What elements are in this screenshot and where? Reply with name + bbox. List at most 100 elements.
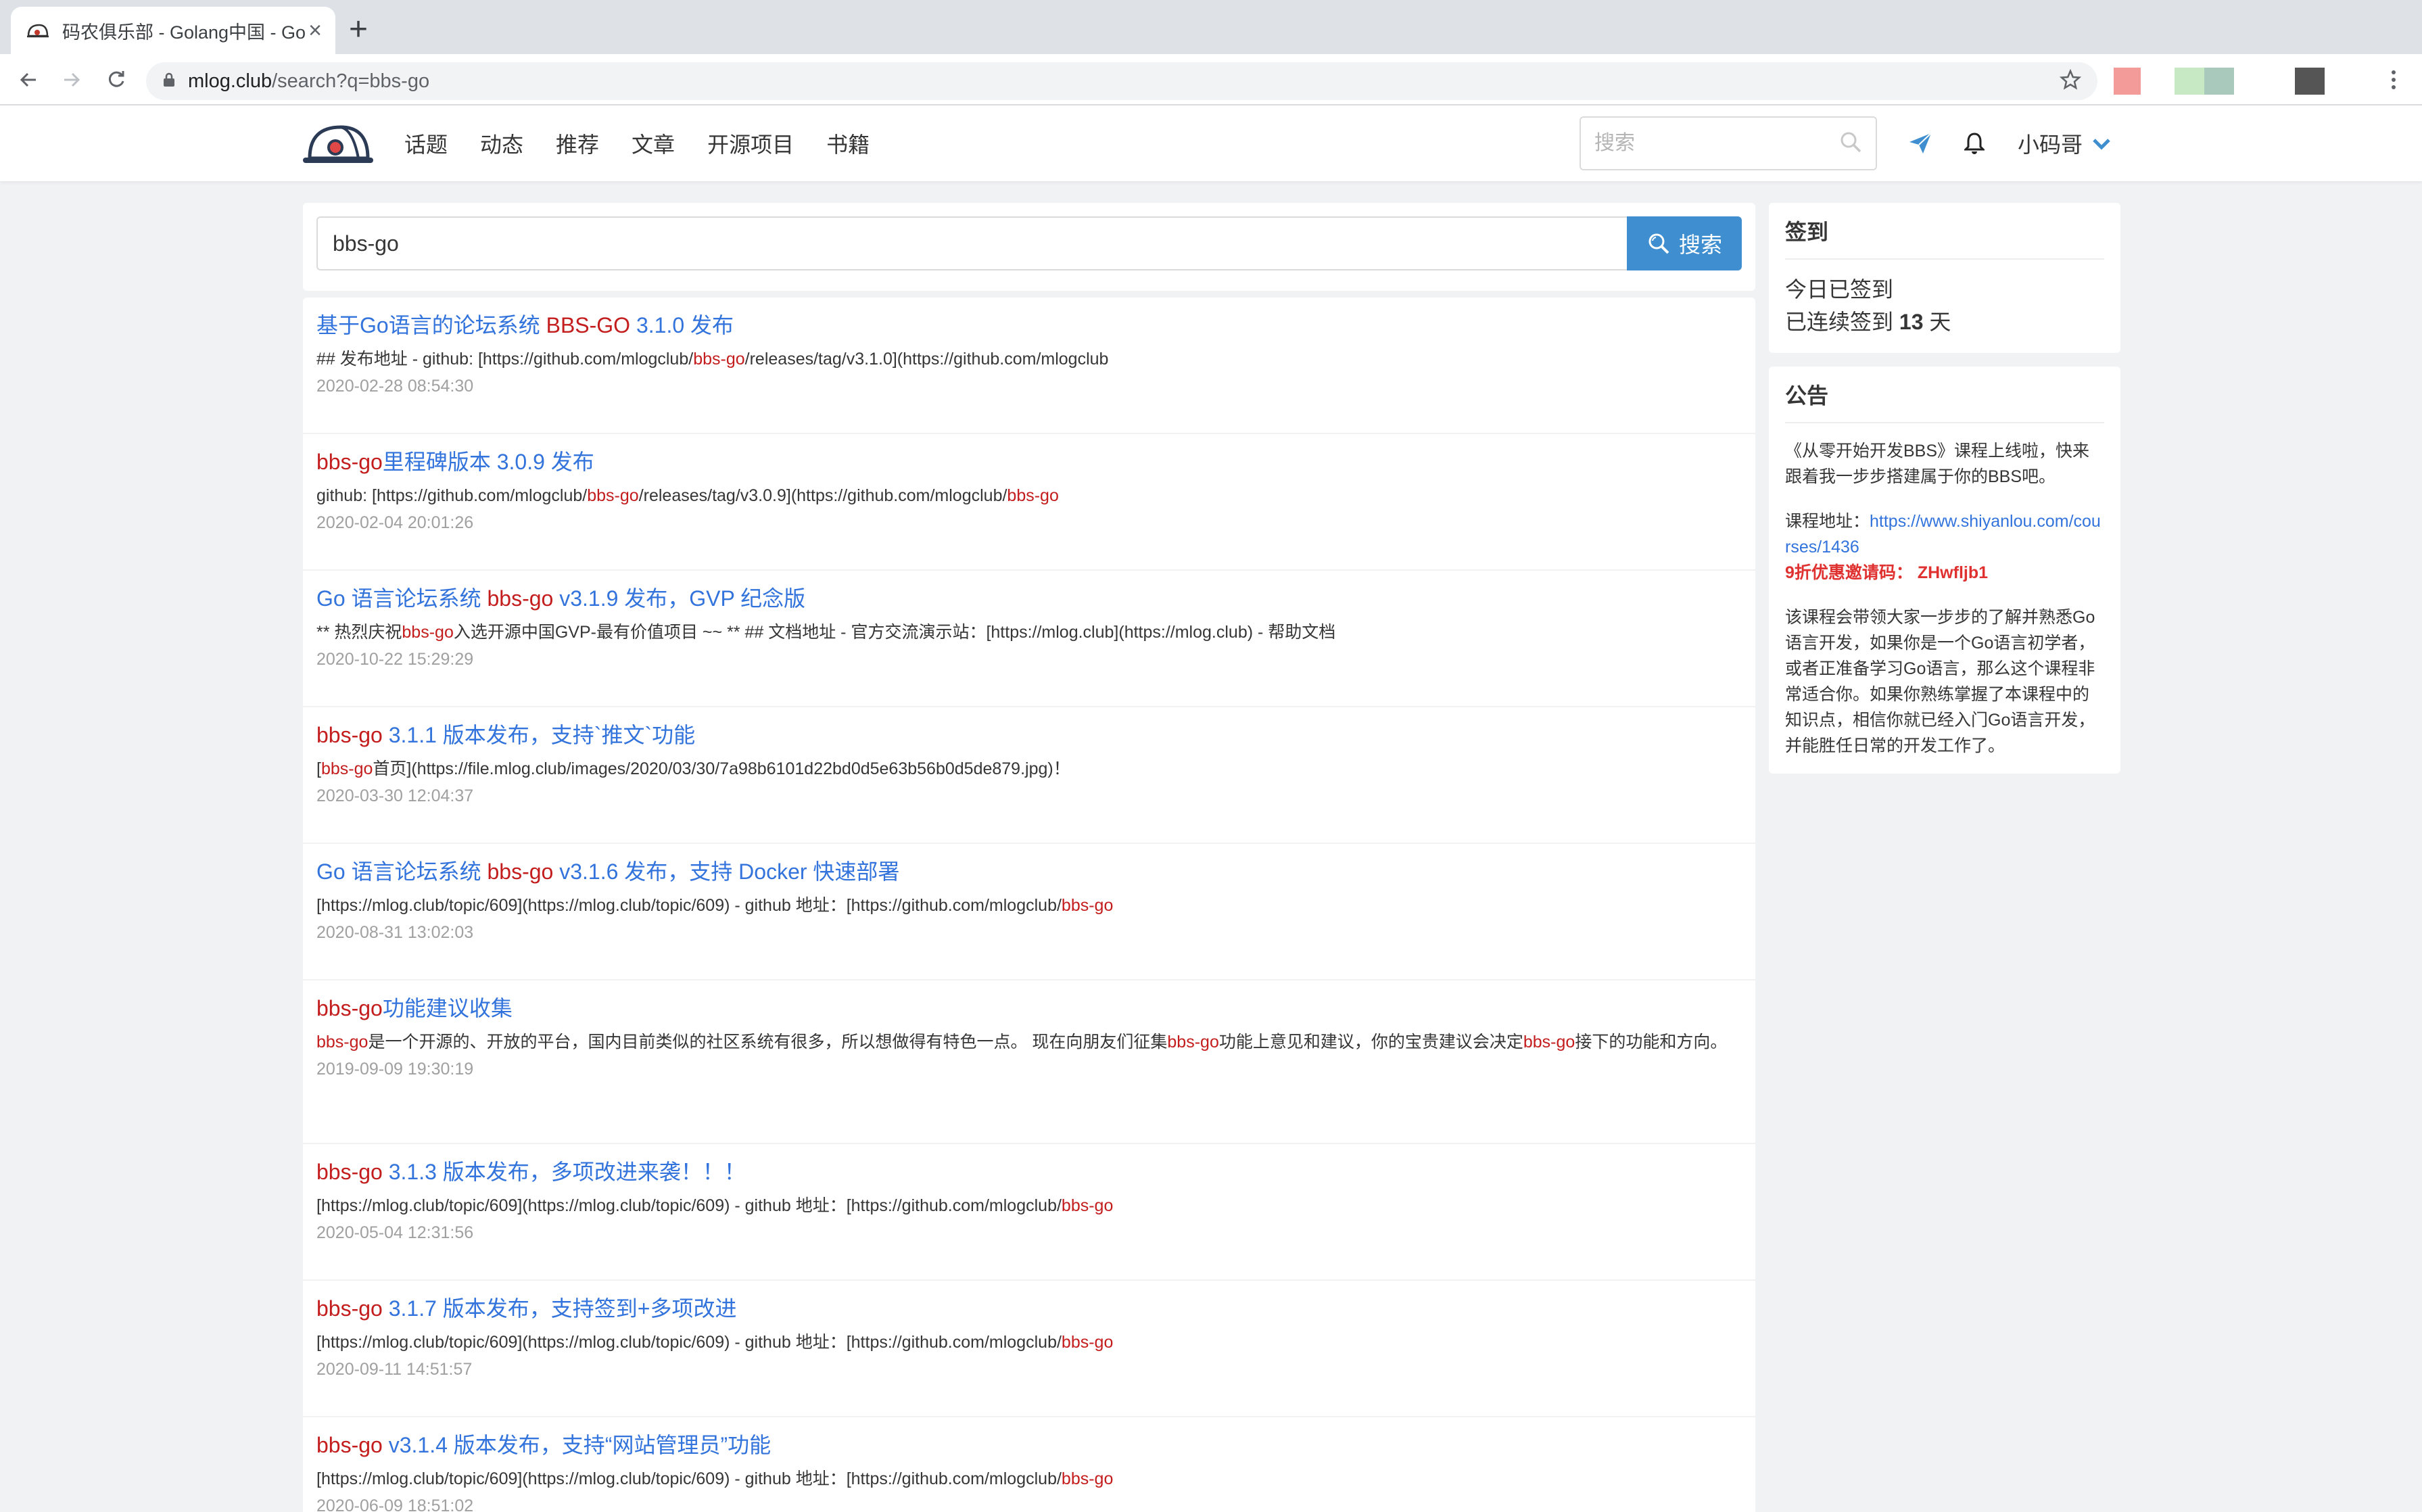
text-segment: 功能上意见和建议，你的宝贵建议会决定 [1218,1033,1523,1052]
bookmark-star-icon[interactable] [2059,68,2082,94]
coupon-code: ZHwfljb1 [1917,563,1989,582]
keyword-highlight: bbs-go [316,996,383,1020]
text-segment: 首页](https://file.mlog.club/images/2020/0… [373,759,1070,778]
main-nav: 话题 动态 推荐 文章 开源项目 书籍 [404,105,902,181]
search-result-item: bbs-go里程碑版本 3.0.9 发布 github: [https://git… [303,434,1755,571]
result-title-link[interactable]: Go 语言论坛系统 bbs-go v3.1.6 发布，支持 Docker 快速部… [316,857,1742,886]
user-menu[interactable]: 小码哥 [2018,105,2111,181]
site-favicon-icon [24,17,51,44]
extension-icon[interactable] [2295,68,2325,95]
result-title-link[interactable]: 基于Go语言的论坛系统 BBS-GO 3.1.0 发布 [316,311,1742,339]
text-segment: 3.1.7 版本发布，支持签到+多项改进 [382,1296,737,1321]
checkin-status: 今日已签到 [1785,277,1894,302]
result-title-link[interactable]: bbs-go 3.1.7 版本发布，支持签到+多项改进 [316,1294,1742,1323]
result-summary: ** 热烈庆祝bbs-go入选开源中国GVP-最有价值项目 ~~ ** ## 文… [316,619,1742,645]
result-title-link[interactable]: bbs-go v3.1.4 版本发布，支持“网站管理员”功能 [316,1431,1742,1459]
text-segment: [https://mlog.club/topic/609](https://ml… [316,1469,1062,1488]
site-logo-icon[interactable] [300,120,375,168]
result-title-link[interactable]: bbs-go功能建议收集 [316,994,1742,1022]
notice-course: 课程地址：https://www.shiyanlou.com/courses/1… [1785,509,2104,560]
streak-prefix: 已连续签到 [1785,310,1899,334]
send-paper-plane-icon[interactable] [1907,130,1934,157]
text-segment: 功能建议收集 [382,996,513,1020]
username: 小码哥 [2018,133,2083,157]
tab-strip: 码农俱乐部 - Golang中国 - Go语言 × + [0,0,2422,54]
bell-icon[interactable] [1961,130,1988,157]
search-result-item: bbs-go 3.1.3 版本发布，多项改进来袭！！！ [https://mlog… [303,1144,1755,1281]
result-title-link[interactable]: Go 语言论坛系统 bbs-go v3.1.9 发布，GVP 纪念版 [316,584,1742,613]
back-arrow-icon[interactable] [12,64,45,96]
text-segment: [https://mlog.club/topic/609](https://ml… [316,896,1062,915]
keyword-highlight: bbs-go [487,859,554,884]
keyword-highlight: bbs-go [316,1033,369,1052]
search-button[interactable]: 搜索 [1627,216,1742,270]
notice-intro: 《从零开始开发BBS》课程上线啦，快来跟着我一步步搭建属于你的BBS吧。 [1785,442,2090,486]
main-content: 搜索 基于Go语言的论坛系统 BBS-GO 3.1.0 发布 ## 发布地址 - … [303,203,1755,1512]
keyword-highlight: bbs-go [402,623,454,642]
browser-chrome: 码农俱乐部 - Golang中国 - Go语言 × + mlog.club/se… [0,0,2422,105]
nav-link-articles[interactable]: 文章 [632,128,675,159]
search-result-item: Go 语言论坛系统 bbs-go v3.1.6 发布，支持 Docker 快速部… [303,844,1755,981]
result-summary: bbs-go是一个开源的、开放的平台，国内目前类似的社区系统有很多，所以想做得有… [316,1029,1742,1055]
course-label: 课程地址： [1785,512,1870,531]
result-title-link[interactable]: bbs-go里程碑版本 3.0.9 发布 [316,448,1742,476]
text-segment: 接下的功能和方向。 [1575,1033,1728,1052]
streak-suffix: 天 [1923,310,1951,334]
keyword-highlight: bbs-go [316,1160,383,1184]
text-segment: /releases/tag/v3.0.9](https://github.com… [638,486,1007,505]
search-button-label: 搜索 [1678,233,1722,257]
close-tab-icon[interactable]: × [308,19,322,42]
nav-link-open-source[interactable]: 开源项目 [707,128,794,159]
text-segment: v3.1.4 版本发布，支持“网站管理员”功能 [382,1433,771,1457]
search-result-item: bbs-go功能建议收集 bbs-go是一个开源的、开放的平台，国内目前类似的社区… [303,981,1755,1144]
text-segment: 里程碑版本 3.0.9 发布 [382,450,594,474]
extensions-area [2110,62,2367,97]
search-icon[interactable] [1839,131,1862,157]
extension-icon[interactable] [2204,68,2234,95]
text-segment: 基于Go语言的论坛系统 [316,313,546,337]
keyword-highlight: bbs-go [316,450,383,474]
search-panel: 搜索 [303,203,1755,291]
nav-search-box [1580,116,1877,170]
browser-menu-icon[interactable] [2380,62,2407,97]
text-segment: [ [316,759,321,778]
result-summary: [https://mlog.club/topic/609](https://ml… [316,1466,1742,1492]
extension-icon[interactable] [2114,68,2141,95]
new-tab-icon[interactable]: + [349,14,368,46]
url-host: mlog.club [188,70,272,92]
text-segment: 是一个开源的、开放的平台，国内目前类似的社区系统有很多，所以想做得有特色一点。 … [368,1033,1168,1052]
checkin-streak: 已连续签到 13 天 [1785,306,2104,338]
nav-link-activity[interactable]: 动态 [480,128,523,159]
address-bar[interactable]: mlog.club/search?q=bbs-go [146,62,2097,100]
keyword-highlight: bbs-go [1061,1469,1114,1488]
result-summary: [https://mlog.club/topic/609](https://ml… [316,1329,1742,1355]
extension-icon[interactable] [2175,68,2204,95]
text-segment: v3.1.6 发布，支持 Docker 快速部署 [553,859,900,884]
result-title-link[interactable]: bbs-go 3.1.1 版本发布，支持`推文`功能 [316,721,1742,749]
text-segment: ## 发布地址 - github: [https://github.com/ml… [316,350,694,369]
sidebar: 签到 今日已签到 已连续签到 13 天 公告 《从零开始开发BBS》课程上线啦，… [1769,203,2120,787]
nav-search-input[interactable] [1594,132,1824,155]
nav-link-books[interactable]: 书籍 [826,128,870,159]
forward-arrow-icon[interactable] [55,64,88,96]
notice-body-text: 该课程会带领大家一步步的了解并熟悉Go语言开发，如果你是一个Go语言初学者，或者… [1785,608,2095,755]
keyword-highlight: BBS-GO [546,313,631,337]
reload-icon[interactable] [100,64,133,96]
result-summary: [https://mlog.club/topic/609](https://ml… [316,1193,1742,1219]
text-segment: 3.1.3 版本发布，多项改进来袭！！！ [382,1160,746,1184]
nav-link-topics[interactable]: 话题 [404,128,448,159]
text-segment: github: [https://github.com/mlogclub/ [316,486,588,505]
result-date: 2020-09-11 14:51:57 [316,1360,473,1379]
keyword-highlight: bbs-go [1523,1033,1575,1052]
keyword-highlight: bbs-go [320,759,373,778]
text-segment: /releases/tag/v3.1.0](https://github.com… [744,350,1109,369]
text-segment: [https://mlog.club/topic/609](https://ml… [316,1333,1062,1352]
notice-widget: 公告 《从零开始开发BBS》课程上线啦，快来跟着我一步步搭建属于你的BBS吧。 … [1769,367,2120,774]
result-date: 2020-10-22 15:29:29 [316,650,474,669]
checkin-title: 签到 [1785,215,2104,260]
search-query-input[interactable] [316,216,1627,270]
search-result-item: bbs-go v3.1.4 版本发布，支持“网站管理员”功能 [https://m… [303,1417,1755,1512]
browser-tab[interactable]: 码农俱乐部 - Golang中国 - Go语言 × [11,7,335,54]
result-title-link[interactable]: bbs-go 3.1.3 版本发布，多项改进来袭！！！ [316,1158,1742,1186]
nav-link-recommend[interactable]: 推荐 [556,128,599,159]
